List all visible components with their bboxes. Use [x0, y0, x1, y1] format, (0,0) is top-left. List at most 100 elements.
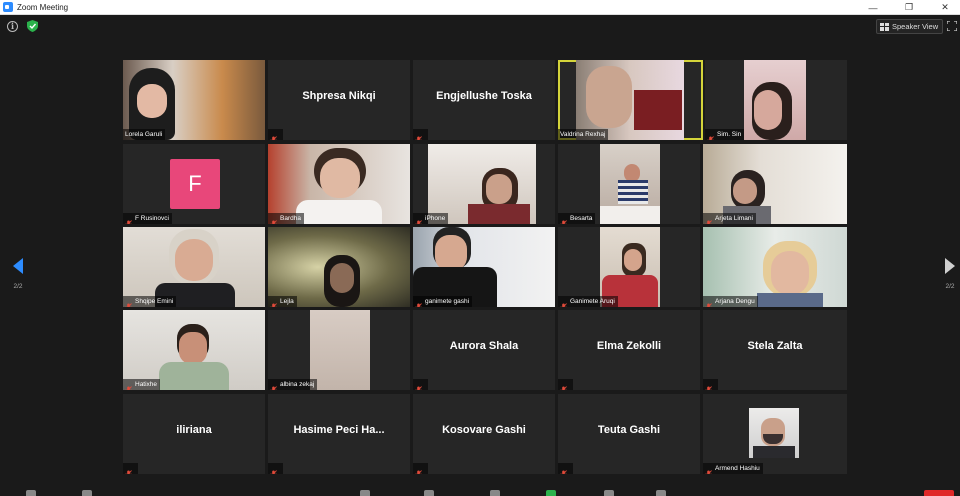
mute-icon [415, 131, 422, 140]
participant-video [413, 227, 555, 307]
participant-video [703, 144, 847, 224]
shield-icon[interactable] [27, 20, 38, 32]
window-titlebar: Zoom Meeting — ❐ ✕ [0, 0, 960, 15]
participant-name: F Rusinovci [135, 215, 169, 222]
participant-video [268, 227, 410, 307]
mute-icon [125, 215, 132, 224]
security-button[interactable] [360, 490, 370, 496]
mute-icon [560, 215, 567, 224]
speaker-view-icon [880, 22, 889, 31]
mute-icon [560, 298, 567, 307]
meeting-toolbar [0, 484, 960, 496]
participant-name: Valdrina Rexhaj [560, 131, 606, 138]
participant-video [123, 227, 265, 307]
participant-tile[interactable]: albina zekaj [268, 310, 410, 390]
participant-video [703, 227, 847, 307]
minimize-button[interactable]: — [860, 0, 886, 15]
participant-display-name: iliriana [176, 424, 212, 436]
participant-video [600, 144, 660, 224]
reactions-button[interactable] [656, 490, 666, 496]
mute-icon [705, 298, 712, 307]
participants-button[interactable] [424, 490, 434, 496]
page-indicator-left: 2/2 [13, 283, 23, 290]
mute-icon [560, 381, 567, 390]
participant-name: ganimete gashi [425, 298, 470, 305]
participant-tile[interactable]: Shqipe Emini [123, 227, 265, 307]
participant-tile[interactable]: Armend Hashiu [703, 394, 847, 474]
mute-audio-button[interactable] [26, 490, 36, 496]
fullscreen-icon[interactable] [947, 21, 957, 31]
participant-name: Lorela Garuli [125, 131, 163, 138]
participant-video [576, 60, 684, 140]
participant-name: Lejla [280, 298, 294, 305]
mute-icon [415, 215, 422, 224]
participant-name: Ganimete Aruqi [570, 298, 615, 305]
participant-video [749, 408, 799, 458]
participant-tile[interactable]: Lorela Garuli [123, 60, 265, 140]
mute-icon [705, 381, 712, 390]
participant-tile[interactable]: Engjellushe Toska [413, 60, 555, 140]
mute-icon [125, 465, 132, 474]
chat-button[interactable] [490, 490, 500, 496]
participant-tile[interactable]: ganimete gashi [413, 227, 555, 307]
participant-tile[interactable]: Aurora Shala [413, 310, 555, 390]
next-page-button[interactable]: 2/2 [943, 258, 957, 294]
participant-name: Bardha [280, 215, 301, 222]
participant-name: Sim. Sin [717, 131, 742, 138]
mute-icon [415, 298, 422, 307]
info-icon[interactable]: i [7, 21, 18, 32]
participant-tile[interactable]: F F Rusinovci [123, 144, 265, 224]
participant-display-name: Engjellushe Toska [436, 90, 532, 102]
meeting-topbar: i Speaker View [0, 15, 960, 39]
participant-tile[interactable]: Sim. Sin [705, 60, 847, 140]
participant-video [428, 144, 536, 224]
mute-icon [270, 215, 277, 224]
mute-icon [705, 215, 712, 224]
participant-name: Shqipe Emini [135, 298, 174, 305]
previous-page-button[interactable]: 2/2 [11, 258, 25, 294]
share-screen-button[interactable] [546, 490, 556, 496]
participant-tile[interactable]: Besarta [558, 144, 700, 224]
participant-name: Besarta [570, 215, 593, 222]
mute-icon [415, 381, 422, 390]
maximize-button[interactable]: ❐ [896, 0, 922, 15]
arrow-left-icon [13, 258, 23, 274]
leave-button[interactable] [924, 490, 954, 496]
participant-tile[interactable]: iPhone [413, 144, 555, 224]
participant-video [268, 144, 410, 224]
mute-icon [560, 465, 567, 474]
participant-tile-active-speaker[interactable]: Valdrina Rexhaj [558, 60, 703, 140]
participant-tile[interactable]: Teuta Gashi [558, 394, 700, 474]
speaker-view-button[interactable]: Speaker View [876, 19, 944, 34]
participant-tile[interactable]: Hasime Peci Ha... [268, 394, 410, 474]
participant-display-name: Kosovare Gashi [442, 424, 526, 436]
participant-tile[interactable]: Bardha [268, 144, 410, 224]
arrow-right-icon [945, 258, 955, 274]
mute-icon [705, 465, 712, 474]
participant-tile[interactable]: Shpresa Nikqi [268, 60, 410, 140]
participant-display-name: Hasime Peci Ha... [293, 424, 385, 436]
participant-video [123, 310, 265, 390]
window-title: Zoom Meeting [17, 2, 69, 12]
participant-tile[interactable]: iliriana [123, 394, 265, 474]
participant-tile[interactable]: Hatixhe [123, 310, 265, 390]
participant-name: albina zekaj [280, 381, 315, 388]
participant-video [600, 227, 660, 307]
participant-tile[interactable]: Arjeta Limani [703, 144, 847, 224]
video-button[interactable] [82, 490, 92, 496]
close-button[interactable]: ✕ [932, 0, 958, 15]
participant-tile[interactable]: Ganimete Aruqi [558, 227, 700, 307]
participant-tile[interactable]: Stela Zalta [703, 310, 847, 390]
mute-icon [270, 131, 277, 140]
participant-video [744, 60, 806, 140]
participant-video [310, 310, 370, 390]
mute-icon [270, 298, 277, 307]
participant-tile[interactable]: Arjana Dengu [703, 227, 847, 307]
mute-icon [270, 465, 277, 474]
participant-display-name: Aurora Shala [449, 340, 519, 352]
participant-tile[interactable]: Kosovare Gashi [413, 394, 555, 474]
participant-display-name: Stela Zalta [747, 340, 803, 352]
record-button[interactable] [604, 490, 614, 496]
participant-tile[interactable]: Lejla [268, 227, 410, 307]
participant-tile[interactable]: Elma Zekolli [558, 310, 700, 390]
